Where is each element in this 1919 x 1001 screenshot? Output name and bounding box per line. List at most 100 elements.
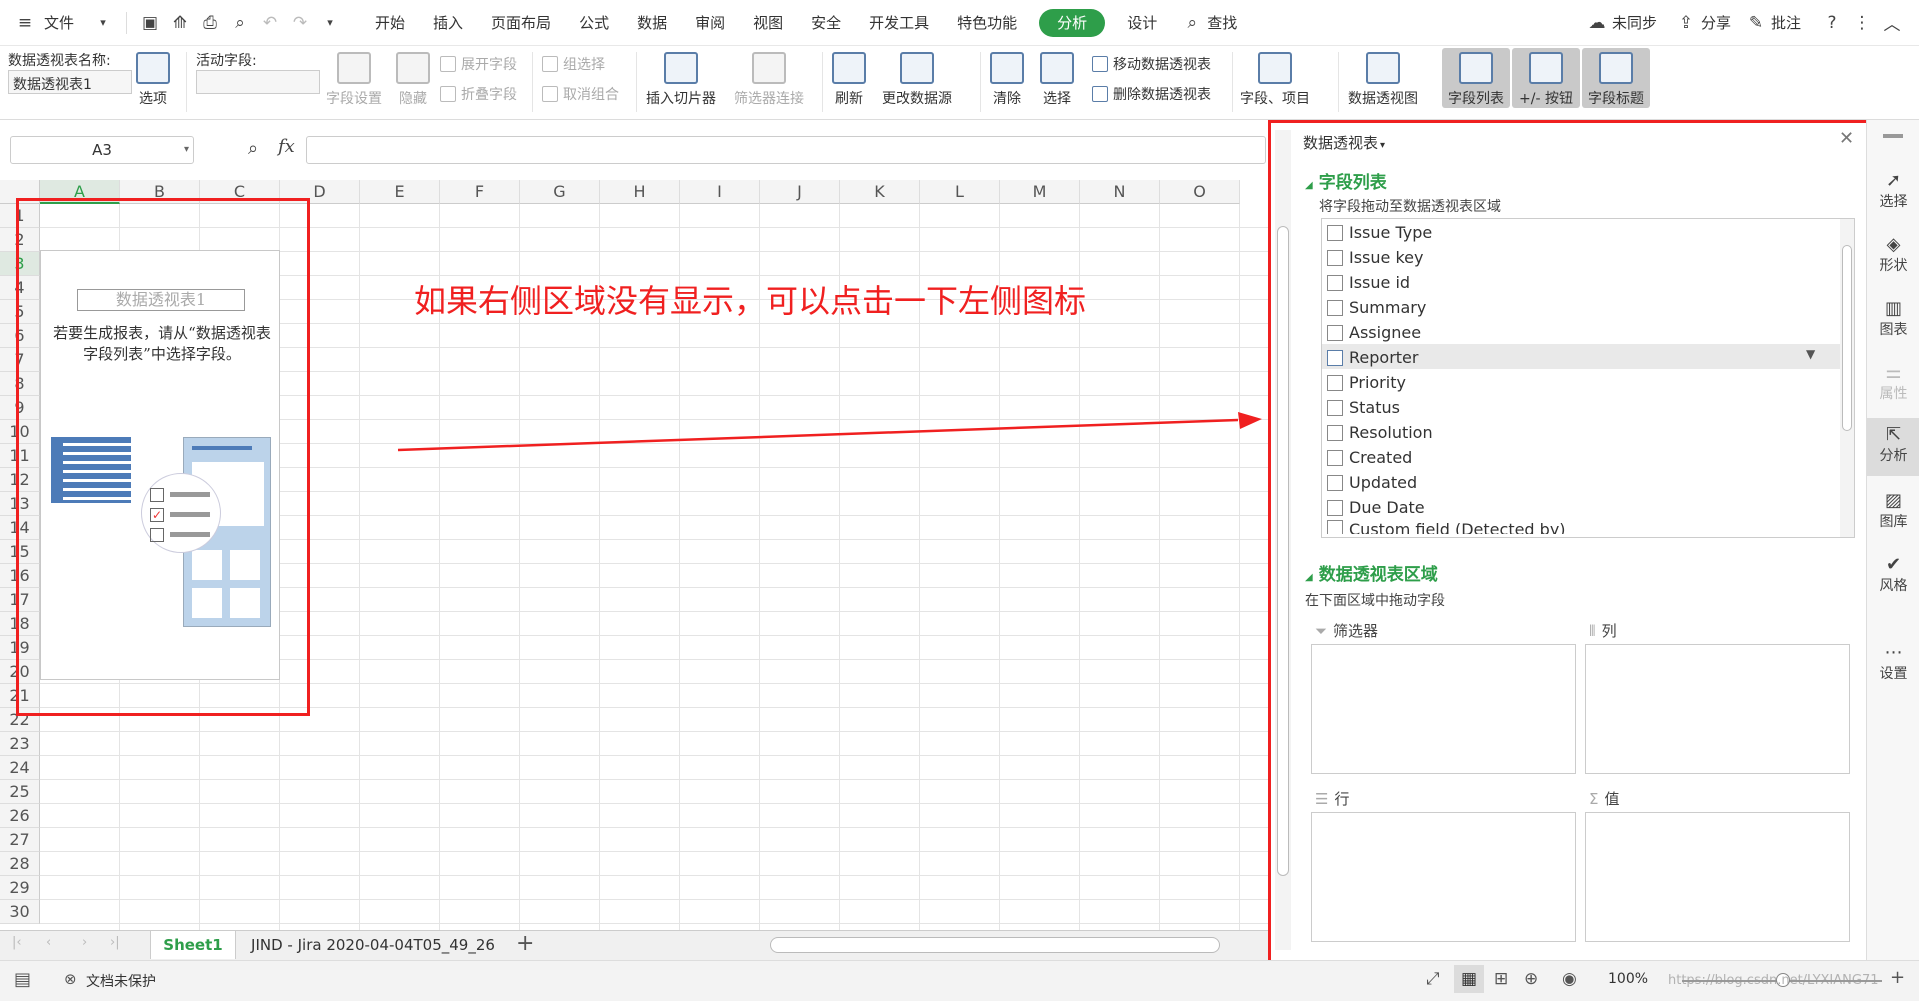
insert-slicer-button[interactable]: 插入切片器 xyxy=(646,52,716,108)
comment-button[interactable]: 批注 xyxy=(1771,12,1801,33)
field-list-button[interactable]: 字段列表 xyxy=(1442,48,1510,108)
column-header[interactable]: O xyxy=(1160,180,1240,204)
print-icon[interactable]: ⎙ xyxy=(197,10,223,36)
row-header[interactable]: 23 xyxy=(0,732,40,756)
field-headers-button[interactable]: 字段标题 xyxy=(1582,48,1650,108)
menu-formula[interactable]: 公式 xyxy=(565,0,623,46)
collapse-field-button[interactable]: 折叠字段 xyxy=(440,84,517,104)
delete-pivot-button[interactable]: 删除数据透视表 xyxy=(1092,84,1211,104)
sidebar-item-chart[interactable]: ▥ 图表 xyxy=(1867,292,1919,348)
eye-protect-icon[interactable]: ◉ xyxy=(1562,969,1577,989)
document-icon[interactable]: ▤ xyxy=(14,969,31,990)
change-source-button[interactable]: 更改数据源 xyxy=(882,52,952,108)
sidebar-item-style[interactable]: ✔ 风格 xyxy=(1867,548,1919,604)
expand-field-button[interactable]: 展开字段 xyxy=(440,54,517,74)
more-icon[interactable]: ▾ xyxy=(317,10,343,36)
name-box[interactable]: A3 ▾ xyxy=(10,136,194,164)
column-header[interactable]: I xyxy=(680,180,760,204)
sidebar-item-select[interactable]: ➚ 选择 xyxy=(1867,164,1919,220)
first-sheet-icon[interactable]: |‹ xyxy=(12,935,22,950)
sheet-tab-active[interactable]: Sheet1 xyxy=(150,931,236,959)
spreadsheet-grid[interactable]: ABCDEFGHIJKLMNO 1 2 3 4 5 6 7 8 9 10 11 12 13 14 15 16 1… xyxy=(0,180,1270,950)
pivot-chart-button[interactable]: 数据透视图 xyxy=(1348,52,1418,108)
help-icon[interactable]: ? xyxy=(1819,10,1845,36)
redo-icon[interactable]: ↷ xyxy=(287,10,313,36)
print-preview-icon[interactable]: ⌕ xyxy=(227,10,253,36)
menu-features[interactable]: 特色功能 xyxy=(943,0,1031,46)
select-button[interactable]: 选择 xyxy=(1040,52,1074,108)
zoom-level[interactable]: 100% xyxy=(1608,971,1648,987)
horizontal-scrollbar[interactable] xyxy=(770,937,1220,953)
chevron-down-icon[interactable]: ▾ xyxy=(90,10,116,36)
row-header[interactable]: 27 xyxy=(0,828,40,852)
fields-items-button[interactable]: 字段、项目 xyxy=(1240,52,1310,108)
menu-security[interactable]: 安全 xyxy=(797,0,855,46)
sheet-tab[interactable]: JIND - Jira 2020-04-04T05_49_26 xyxy=(240,931,506,959)
sidebar-item-gallery[interactable]: ▨ 图库 xyxy=(1867,484,1919,540)
row-header[interactable]: 26 xyxy=(0,804,40,828)
row-header[interactable]: 25 xyxy=(0,780,40,804)
share-button[interactable]: 分享 xyxy=(1701,12,1731,33)
sidebar-collapse-icon[interactable] xyxy=(1883,134,1903,138)
column-header[interactable]: G xyxy=(520,180,600,204)
share-icon[interactable]: ⇪ xyxy=(1673,10,1699,36)
row-header[interactable]: 30 xyxy=(0,900,40,924)
normal-view-icon[interactable]: ▦ xyxy=(1454,965,1484,993)
filter-connect-button[interactable]: 筛选器连接 xyxy=(734,52,804,108)
options-button[interactable]: 选项 xyxy=(136,52,170,108)
menu-developer[interactable]: 开发工具 xyxy=(855,0,943,46)
zoom-search-icon[interactable]: ⌕ xyxy=(248,138,258,159)
last-sheet-icon[interactable]: ›| xyxy=(110,935,120,950)
cloud-sync-icon[interactable]: ☁ xyxy=(1584,10,1610,36)
chevron-down-icon[interactable]: ▾ xyxy=(184,137,189,163)
ungroup-button[interactable]: 取消组合 xyxy=(542,84,619,104)
undo-icon[interactable]: ↶ xyxy=(257,10,283,36)
column-header[interactable]: K xyxy=(840,180,920,204)
fullscreen-icon[interactable]: ⤢ xyxy=(1426,969,1440,989)
menu-review[interactable]: 审阅 xyxy=(681,0,739,46)
comment-icon[interactable]: ✎ xyxy=(1743,10,1769,36)
menu-home[interactable]: 开始 xyxy=(361,0,419,46)
active-field-input[interactable] xyxy=(196,70,320,94)
column-header[interactable]: M xyxy=(1000,180,1080,204)
search-label[interactable]: 查找 xyxy=(1207,0,1251,46)
row-header[interactable]: 28 xyxy=(0,852,40,876)
plus-minus-button[interactable]: +/- 按钮 xyxy=(1512,48,1580,108)
row-header[interactable]: 29 xyxy=(0,876,40,900)
pivot-name-input[interactable]: 数据透视表1 xyxy=(8,70,132,94)
column-header[interactable]: J xyxy=(760,180,840,204)
group-select-button[interactable]: 组选择 xyxy=(542,54,605,74)
menu-analyze[interactable]: 分析 xyxy=(1039,8,1106,37)
refresh-button[interactable]: 刷新 xyxy=(832,52,866,108)
sidebar-item-analyze[interactable]: ⇱ 分析 xyxy=(1867,418,1919,476)
column-header[interactable]: E xyxy=(360,180,440,204)
column-header[interactable]: L xyxy=(920,180,1000,204)
menu-page-layout[interactable]: 页面布局 xyxy=(477,0,565,46)
save-icon[interactable]: ▣ xyxy=(137,10,163,36)
sidebar-item-shape[interactable]: ◈ 形状 xyxy=(1867,228,1919,284)
move-pivot-button[interactable]: 移动数据透视表 xyxy=(1092,54,1211,74)
menu-insert[interactable]: 插入 xyxy=(419,0,477,46)
doc-protect-status[interactable]: 文档未保护 xyxy=(86,971,156,991)
hide-button[interactable]: 隐藏 xyxy=(396,52,430,108)
page-break-icon[interactable]: ⊕ xyxy=(1524,969,1538,989)
column-header[interactable]: H xyxy=(600,180,680,204)
clear-button[interactable]: 清除 xyxy=(990,52,1024,108)
menu-design[interactable]: 设计 xyxy=(1113,0,1171,46)
page-layout-icon[interactable]: ⊞ xyxy=(1494,969,1508,989)
column-header[interactable]: F xyxy=(440,180,520,204)
sync-status[interactable]: 未同步 xyxy=(1612,12,1657,33)
more-options-icon[interactable]: ⋮ xyxy=(1849,10,1875,36)
zoom-in-icon[interactable]: + xyxy=(1890,967,1905,988)
row-header[interactable]: 24 xyxy=(0,756,40,780)
column-header[interactable]: N xyxy=(1080,180,1160,204)
add-sheet-button[interactable]: + xyxy=(516,931,534,957)
format-painter-icon[interactable]: ⟰ xyxy=(167,10,193,36)
field-settings-button[interactable]: 字段设置 xyxy=(326,52,382,108)
file-menu[interactable]: 文件 xyxy=(40,0,88,46)
sidebar-item-settings[interactable]: ⋯ 设置 xyxy=(1867,636,1919,692)
search-icon[interactable]: ⌕ xyxy=(1179,10,1205,36)
fx-icon[interactable]: fx xyxy=(278,136,295,157)
menu-view[interactable]: 视图 xyxy=(739,0,797,46)
menu-data[interactable]: 数据 xyxy=(623,0,681,46)
